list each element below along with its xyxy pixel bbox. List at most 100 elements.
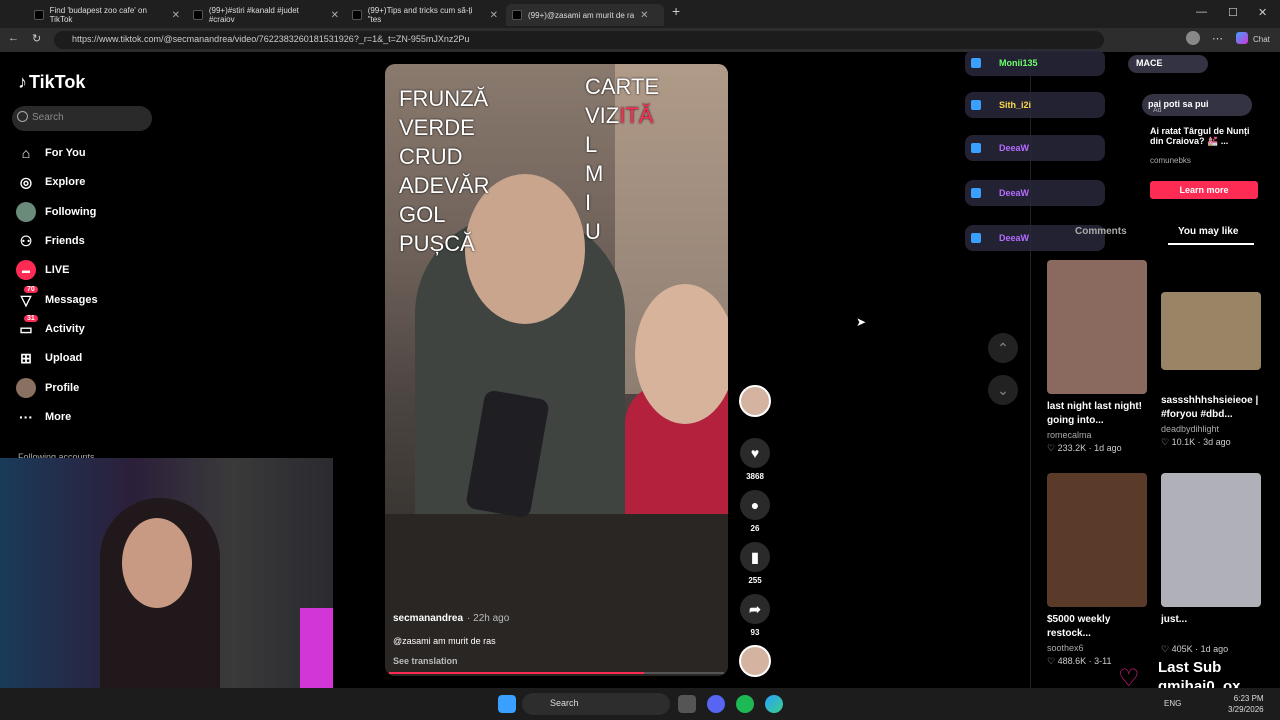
card-stats: ♡ 405K · 1d ago [1161,644,1229,654]
video-author[interactable]: secmanandrea · 22h ago [393,613,509,624]
sidebar-item-for-you[interactable]: ⌂ For You [16,142,86,164]
minimize-button[interactable]: — [1196,6,1207,18]
sidebar-item-friends[interactable]: ⚇ Friends [16,230,85,252]
sidebar-item-explore[interactable]: ◎ Explore [16,171,85,193]
close-icon[interactable]: ✕ [640,10,648,21]
browser-tab[interactable]: (99+)Tips and tricks cum să-ți "tes ✕ [346,4,504,26]
edge-icon[interactable] [765,695,783,713]
stream-overlay-pill: Sith_i2i [965,92,1105,118]
ad-title[interactable]: Ai ratat Târgul de Nunți din Craiova? 💒 … [1150,126,1260,147]
overlay-word: VIZITĂ [585,103,654,128]
comment-button[interactable]: ● 26 [737,490,773,533]
back-icon[interactable]: ← [8,32,19,44]
close-icon[interactable]: ✕ [172,10,180,21]
video-thumbnail[interactable] [1047,260,1147,394]
see-translation-link[interactable]: See translation [393,656,458,666]
sidebar: ♪ TikTok Search ⌂ For You ◎ Explore Foll… [0,52,165,462]
spotify-icon[interactable] [736,695,754,713]
tab-title: Find 'budapest zoo cafe' on TikTok [49,6,147,24]
discord-icon[interactable] [707,695,725,713]
sidebar-item-activity[interactable]: ▭ 31 Activity [16,315,85,340]
close-window-button[interactable]: ✕ [1258,6,1267,19]
tab-title: (99+)@zasami am murit de ra [528,10,635,20]
card-title: sassshhhshsieieoe | #foryou #dbd... [1161,395,1259,420]
chat-button[interactable]: Chat [1253,35,1270,44]
video-thumbnail[interactable] [1047,473,1147,607]
sidebar-item-more[interactable]: ··· More [16,406,71,428]
like-button[interactable]: ♥ 3868 [737,438,773,481]
address-bar-row: ← ↻ https://www.tiktok.com/@secmanandrea… [0,28,1280,52]
windows-start-icon[interactable] [498,695,516,713]
new-tab-button[interactable]: + [672,3,680,19]
close-icon[interactable]: ✕ [490,10,498,21]
tab-title: (99+)Tips and tricks cum să-ți "tes [367,6,473,24]
card-author[interactable]: romecalma [1047,430,1147,440]
tiktok-icon [193,10,203,20]
browser-tab-active[interactable]: (99+)@zasami am murit de ra ✕ [506,4,664,26]
learn-more-button[interactable]: Learn more [1150,181,1258,199]
taskbar-clock[interactable]: 6:23 PM 3/29/2026 [1228,693,1264,715]
sidebar-item-live[interactable]: ▬ LIVE [16,259,69,281]
search-input[interactable]: Search [12,106,152,131]
copilot-icon[interactable] [1236,32,1248,44]
overlay-word: VERDE [399,115,475,140]
language-indicator[interactable]: ENG [1164,699,1181,708]
comment-count: 26 [750,524,760,533]
url-field[interactable]: https://www.tiktok.com/@secmanandrea/vid… [54,31,1104,49]
browser-tab-bar: Find 'budapest zoo cafe' on TikTok ✕ (99… [0,0,1280,28]
overlay-icon [971,233,981,243]
overlay-letter: M [585,161,604,186]
maximize-button[interactable]: ☐ [1228,6,1238,19]
card-author[interactable]: deadbydihlight [1161,424,1261,434]
refresh-icon[interactable]: ↻ [32,32,41,45]
recommended-video-card[interactable]: just... ♡ 405K · 1d ago [1161,473,1261,655]
video-thumbnail[interactable] [1161,292,1261,370]
sidebar-item-messages[interactable]: ▽ 70 Messages [16,286,98,311]
save-count: 255 [748,576,762,585]
overlay-user: DeeaW [999,188,1030,198]
sidebar-item-profile[interactable]: Profile [16,377,79,399]
taskbar-search-label: Search [550,698,579,708]
overlay-word: ADEVĂR [399,173,490,198]
previous-video-button[interactable]: ⌃ [988,333,1018,363]
overlay-word: PUȘCĂ [399,231,475,256]
video-player[interactable]: FRUNZĂ VERDE CRUD ADEVĂR GOL PUȘCĂ CARTE… [385,64,728,676]
browser-tab[interactable]: Find 'budapest zoo cafe' on TikTok ✕ [28,4,186,26]
tab-you-may-like[interactable]: You may like [1168,226,1254,245]
like-count: 3868 [746,472,764,481]
menu-icon[interactable]: ⋯ [1212,32,1223,45]
home-icon: ⌂ [21,145,31,161]
recommended-video-card[interactable]: last night last night! going into... rom… [1047,260,1147,454]
recommended-video-card[interactable]: $5000 weekly restock... soothex6 ♡ 488.6… [1047,473,1147,667]
task-view-icon[interactable] [678,695,696,713]
sidebar-item-label: Upload [45,352,83,364]
close-icon[interactable]: ✕ [331,10,339,21]
avatar [739,645,771,677]
overlay-word: CRUD [399,144,463,169]
video-thumbnail[interactable] [1161,473,1261,607]
overlay-word: GOL [399,202,446,227]
heart-icon: ♥ [740,438,770,468]
tiktok-note-icon: ♪ [18,72,27,92]
sound-avatar[interactable] [737,645,773,677]
sidebar-item-following[interactable]: Following [16,201,96,223]
profile-avatar-icon[interactable] [1186,31,1200,45]
sidebar-item-label: Messages [45,294,98,306]
save-button[interactable]: ▮ 255 [737,542,773,585]
creator-avatar[interactable] [737,385,773,417]
card-author[interactable]: soothex6 [1047,643,1147,653]
sidebar-item-label: Profile [45,382,80,394]
stream-overlay-pill: DeeaW [965,180,1105,206]
tiktok-logo[interactable]: ♪ TikTok [18,72,85,93]
sidebar-item-upload[interactable]: ⊞ Upload [16,347,82,369]
video-caption[interactable]: @zasami am murit de ras [393,636,496,646]
video-progress-bar[interactable] [389,672,724,674]
next-video-button[interactable]: ⌄ [988,375,1018,405]
browser-tab[interactable]: (99+)#stiri #kanald #judet #craiov ✕ [187,4,345,26]
overlay-icon [971,188,981,198]
share-button[interactable]: ➦ 93 [737,594,773,637]
recommended-video-card[interactable]: sassshhhshsieieoe | #foryou #dbd... dead… [1161,260,1261,448]
taskbar-search[interactable]: Search [522,693,670,715]
ad-author[interactable]: comunebks [1150,156,1191,165]
tab-comments[interactable]: Comments [1075,226,1127,237]
